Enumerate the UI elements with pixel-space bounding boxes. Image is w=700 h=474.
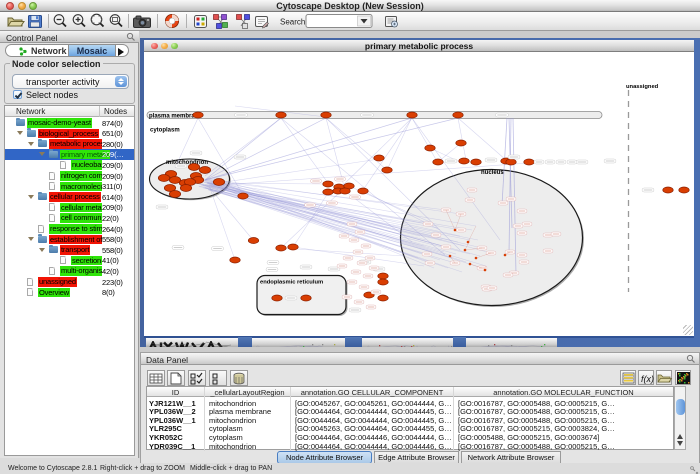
- svg-text:f(x): f(x): [641, 374, 654, 384]
